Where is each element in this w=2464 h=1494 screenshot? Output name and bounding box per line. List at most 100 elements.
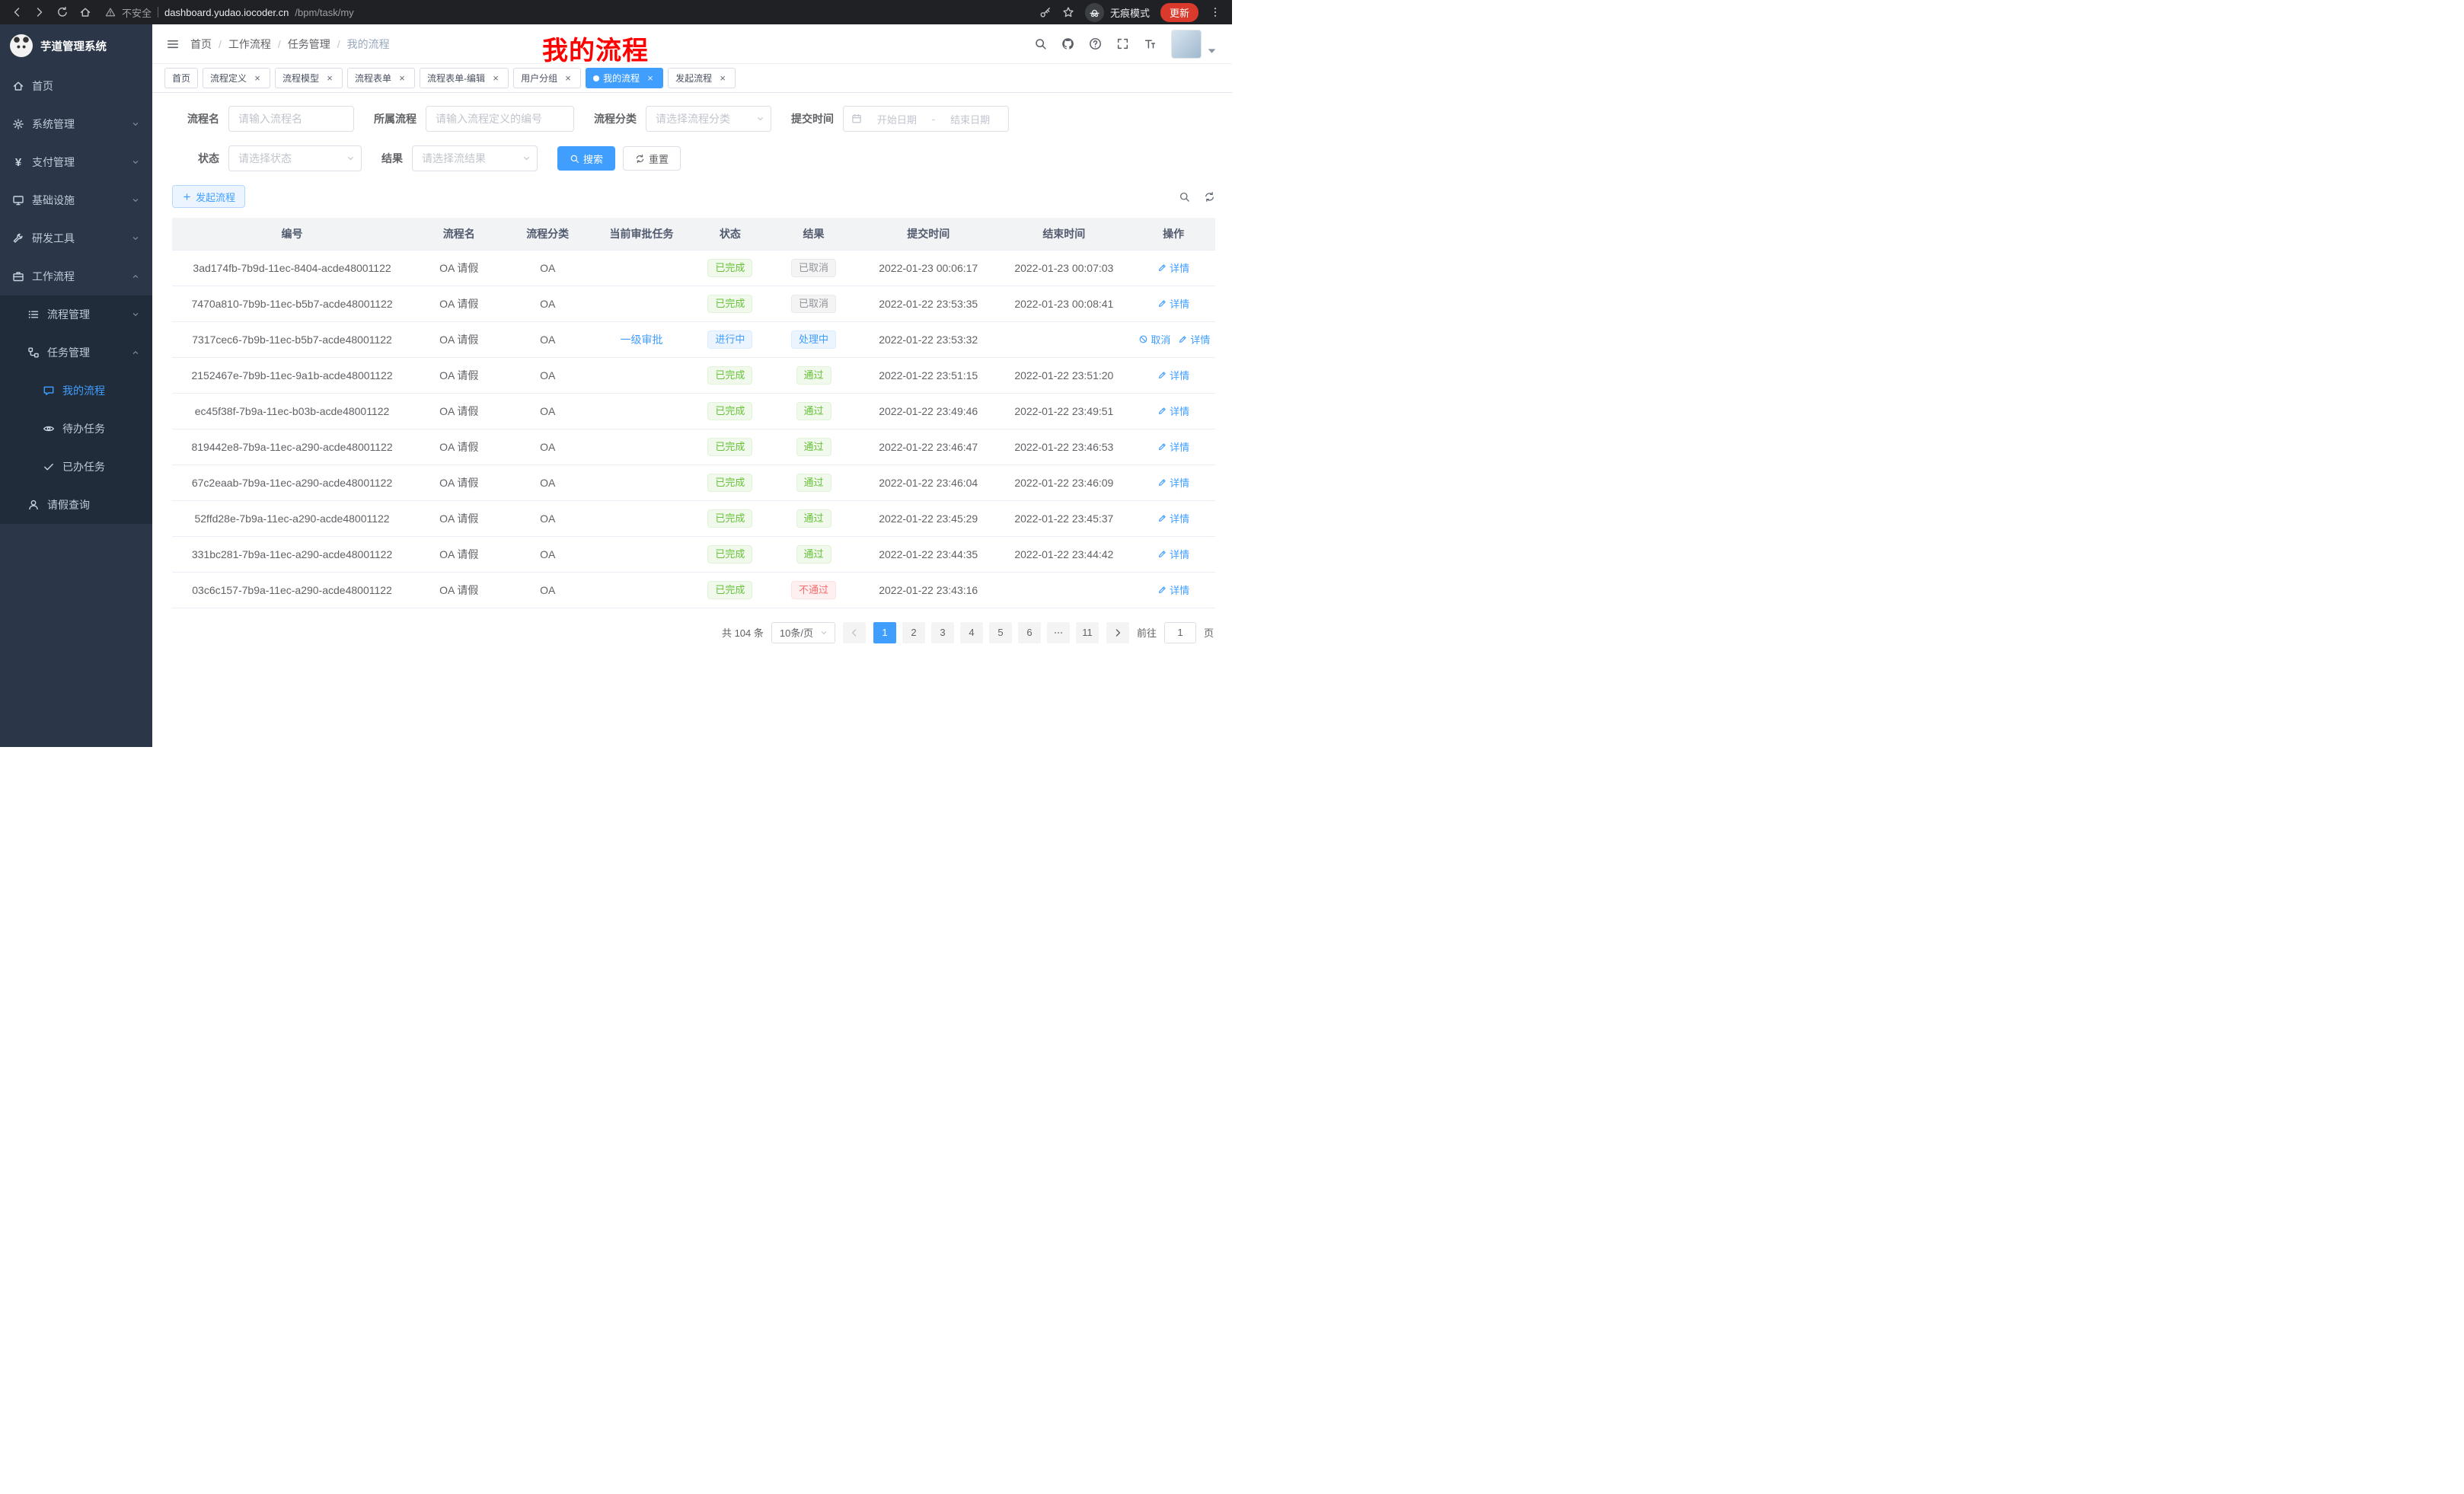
page-size-select[interactable]: 10条/页 (771, 622, 835, 643)
tab-5[interactable]: 流程表单-编辑× (420, 68, 509, 88)
breadcrumb-separator: / (219, 38, 222, 50)
detail-link[interactable]: 详情 (1178, 332, 1210, 346)
search-icon[interactable] (1179, 191, 1190, 203)
detail-link[interactable]: 详情 (1157, 260, 1189, 275)
tab-4[interactable]: 流程表单× (347, 68, 415, 88)
page-unit-label: 页 (1204, 625, 1214, 640)
sidebar-item-briefcase[interactable]: 工作流程 (0, 257, 152, 295)
tab-3[interactable]: 流程模型× (275, 68, 343, 88)
dots-icon[interactable] (1209, 6, 1221, 18)
tab-close-icon[interactable]: × (563, 73, 573, 84)
search-icon[interactable] (1034, 37, 1047, 50)
tab-6[interactable]: 用户分组× (513, 68, 581, 88)
detail-link[interactable]: 详情 (1157, 475, 1189, 490)
chev-right-icon (1112, 627, 1124, 639)
cancel-link[interactable]: 取消 (1138, 332, 1170, 346)
goto-page-input[interactable] (1164, 622, 1196, 643)
fullscreen-icon[interactable] (1116, 37, 1129, 50)
cell-category: OA (506, 250, 589, 286)
github-icon[interactable] (1061, 37, 1074, 50)
process-definition-input[interactable] (426, 106, 574, 132)
sidebar-item-home[interactable]: 首页 (0, 67, 152, 105)
current-task-link[interactable]: 一级审批 (620, 334, 662, 346)
result-select[interactable] (412, 145, 538, 171)
detail-link[interactable]: 详情 (1157, 439, 1189, 454)
tab-close-icon[interactable]: × (252, 73, 263, 84)
status-tag: 已完成 (707, 509, 752, 528)
detail-link[interactable]: 详情 (1157, 511, 1189, 525)
table-row: 819442e8-7b9a-11ec-a290-acde48001122OA 请… (172, 429, 1215, 464)
reload-icon[interactable] (56, 6, 69, 18)
tab-8[interactable]: 发起流程× (668, 68, 736, 88)
hamburger-icon[interactable] (166, 37, 180, 51)
update-button[interactable]: 更新 (1160, 3, 1198, 22)
refresh-icon[interactable] (1204, 191, 1215, 203)
category-select[interactable] (646, 106, 771, 132)
tab-close-icon[interactable]: × (397, 73, 407, 84)
sidebar-item-yen[interactable]: ¥支付管理 (0, 143, 152, 181)
cell-current-task (589, 536, 694, 572)
detail-link[interactable]: 详情 (1157, 547, 1189, 561)
status-tag: 进行中 (707, 330, 752, 349)
process-name-input[interactable] (228, 106, 354, 132)
page-button-1[interactable]: 1 (873, 622, 896, 643)
top-header: 首页 / 工作流程 / 任务管理 / 我的流程 (152, 24, 1232, 64)
detail-link[interactable]: 详情 (1157, 296, 1189, 311)
page-button-6[interactable]: 6 (1018, 622, 1041, 643)
sidebar-item-check[interactable]: 已办任务 (0, 448, 152, 486)
star-icon[interactable] (1062, 6, 1074, 18)
cell-category: OA (506, 357, 589, 393)
tab-close-icon[interactable]: × (490, 73, 501, 84)
cell-category: OA (506, 536, 589, 572)
page-button-4[interactable]: 4 (960, 622, 983, 643)
status-select[interactable] (228, 145, 362, 171)
reset-button[interactable]: 重置 (623, 146, 681, 171)
submit-time-range-picker[interactable]: 开始日期 - 结束日期 (843, 106, 1009, 132)
address-bar[interactable]: 不安全 dashboard.yudao.iocoder.cn/bpm/task/… (105, 5, 1029, 20)
sidebar-item-tasks[interactable]: 任务管理 (0, 334, 152, 372)
tab-2[interactable]: 流程定义× (203, 68, 270, 88)
cell-result: 通过 (767, 429, 860, 464)
page-button-3[interactable]: 3 (931, 622, 954, 643)
tab-close-icon[interactable]: × (324, 73, 335, 84)
home-icon (12, 80, 24, 92)
tab-close-icon[interactable]: × (645, 73, 656, 84)
detail-link[interactable]: 详情 (1157, 583, 1189, 597)
page-button-11[interactable]: 11 (1076, 622, 1099, 643)
sidebar-item-chat[interactable]: 我的流程 (0, 372, 152, 410)
page-button-2[interactable]: 2 (902, 622, 925, 643)
logo[interactable]: 芋道管理系统 (0, 24, 152, 67)
sidebar-item-eye[interactable]: 待办任务 (0, 410, 152, 448)
cell-submit-time: 2022-01-22 23:49:46 (860, 393, 996, 429)
breadcrumb-item[interactable]: 首页 (190, 37, 212, 52)
key-icon[interactable] (1039, 6, 1052, 18)
detail-link[interactable]: 详情 (1157, 404, 1189, 418)
question-icon[interactable] (1089, 37, 1102, 50)
pencil-icon (1157, 263, 1167, 273)
cell-result: 通过 (767, 500, 860, 536)
table-row: 7317cec6-7b9b-11ec-b5b7-acde48001122OA 请… (172, 321, 1215, 357)
breadcrumb-item: 任务管理 (288, 37, 330, 52)
column-header: 当前审批任务 (589, 218, 694, 250)
sidebar-item-list[interactable]: 流程管理 (0, 295, 152, 334)
forward-icon[interactable] (34, 6, 46, 18)
search-button[interactable]: 搜索 (557, 146, 615, 171)
home-icon[interactable] (79, 6, 91, 18)
prev-page-button[interactable] (843, 622, 866, 643)
fontsize-icon[interactable] (1144, 37, 1157, 50)
back-icon[interactable] (11, 6, 23, 18)
more-pages-button[interactable] (1047, 622, 1070, 643)
user-avatar-menu[interactable] (1171, 30, 1218, 59)
sidebar-item-monitor[interactable]: 基础设施 (0, 181, 152, 219)
sidebar-item-user[interactable]: 请假查询 (0, 486, 152, 524)
create-process-button[interactable]: 发起流程 (172, 185, 245, 208)
tab-1[interactable]: 首页 (164, 68, 198, 88)
sidebar-item-gear[interactable]: 系统管理 (0, 105, 152, 143)
page-button-5[interactable]: 5 (989, 622, 1012, 643)
tab-7[interactable]: 我的流程× (586, 68, 663, 88)
detail-link[interactable]: 详情 (1157, 368, 1189, 382)
cell-end-time: 2022-01-22 23:46:53 (996, 429, 1131, 464)
next-page-button[interactable] (1106, 622, 1129, 643)
tab-close-icon[interactable]: × (717, 73, 728, 84)
sidebar-item-wrench[interactable]: 研发工具 (0, 219, 152, 257)
